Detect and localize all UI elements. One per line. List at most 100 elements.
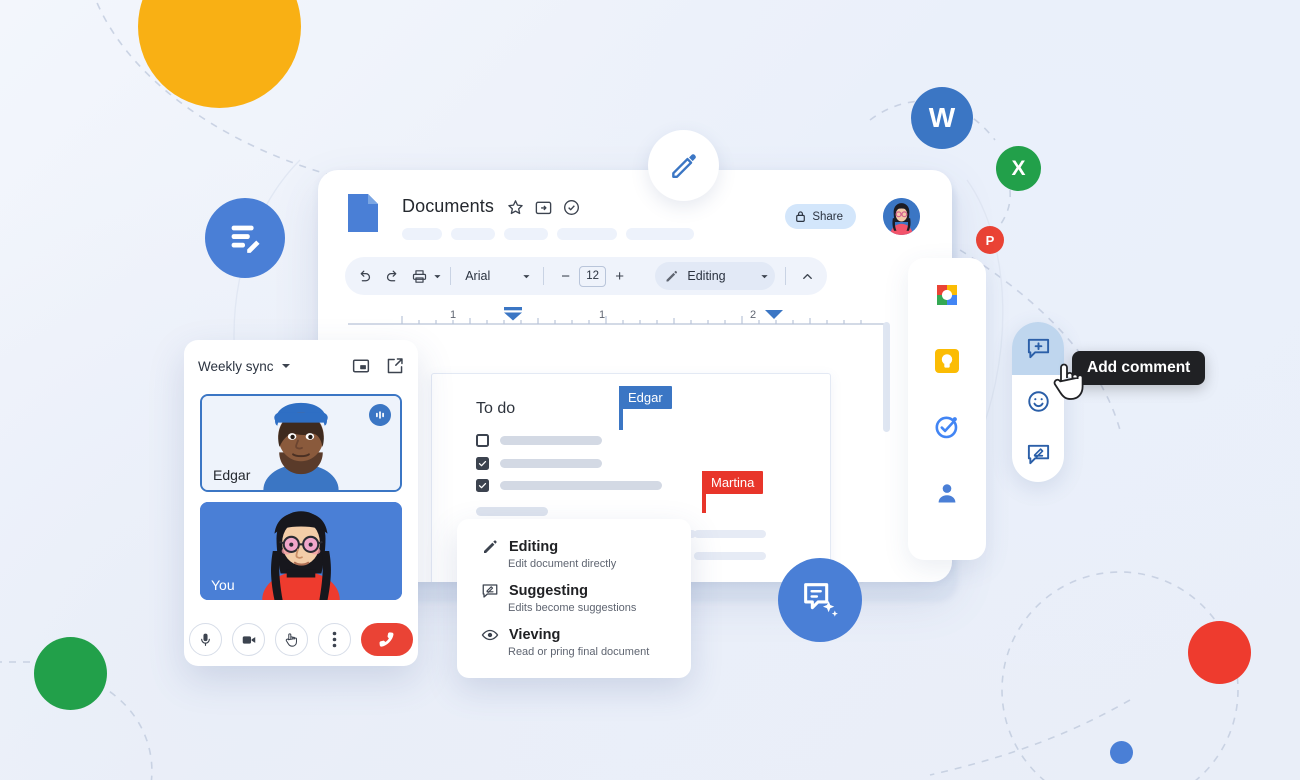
redo-button[interactable] [378, 262, 405, 290]
open-in-new-icon[interactable] [386, 357, 404, 375]
document-header-icons [506, 198, 581, 217]
raise-hand-icon [285, 633, 297, 647]
meet-title[interactable]: Weekly sync [198, 359, 274, 374]
increase-font-size-button[interactable]: + [606, 262, 633, 290]
camera-icon [242, 635, 255, 644]
mode-menu-item-header: Suggesting [481, 582, 691, 600]
document-edit-icon [231, 225, 262, 255]
collapse-toolbar-button[interactable] [794, 262, 821, 290]
font-size-input[interactable]: 12 [579, 265, 606, 287]
decrease-font-size-button[interactable]: − [552, 262, 579, 290]
mode-menu-item-suggesting[interactable]: Suggesting Edits become suggestions [481, 582, 691, 614]
pencil-icon [484, 540, 497, 553]
mode-menu-item-editing[interactable]: Editing Edit document directly [481, 538, 691, 570]
pencil-icon [671, 153, 696, 178]
screenshot-root: W X P Documents Share Arial − 12 + Editi… [0, 0, 1300, 780]
meet-controls [184, 623, 418, 656]
checkbox-checked[interactable] [476, 479, 489, 492]
print-chevron-down-icon[interactable] [433, 272, 442, 281]
picture-in-picture-icon[interactable] [352, 357, 370, 375]
lock-icon [796, 211, 806, 222]
checkbox-unchecked[interactable] [476, 434, 489, 447]
badge-excel: X [996, 146, 1041, 191]
page-title: Documents [402, 196, 494, 216]
check-icon [478, 460, 487, 467]
document-sparkle-icon [804, 583, 838, 617]
raise-hand-button[interactable] [275, 623, 308, 656]
meet-tile-you[interactable]: You [200, 502, 402, 600]
google-tasks-glyph [935, 416, 958, 439]
checkbox-checked[interactable] [476, 457, 489, 470]
pointer-hand-cursor [1053, 363, 1084, 400]
add-emoji-reaction-icon [1027, 391, 1049, 412]
avatar[interactable] [883, 198, 920, 235]
font-chevron-down-icon[interactable] [522, 272, 531, 281]
document-icon [348, 194, 378, 232]
meet-tile-edgar[interactable]: Edgar [200, 394, 402, 492]
menu-placeholder [402, 228, 442, 240]
badge-excel-letter: X [1011, 156, 1026, 180]
meet-panel: Weekly sync Edgar You [184, 340, 418, 666]
share-button-label: Share [812, 210, 843, 223]
menu-placeholder [504, 228, 548, 240]
star-icon[interactable] [506, 198, 525, 217]
microphone-icon [201, 633, 210, 646]
toolbar-divider [784, 267, 786, 285]
tooltip: Add comment [1072, 351, 1206, 385]
suggest-edit-button[interactable] [1012, 428, 1064, 481]
suggest-edit-icon [482, 584, 498, 598]
docs-ai-fab[interactable] [778, 558, 862, 642]
meet-title-chevron-down-icon[interactable] [281, 361, 291, 371]
chevron-up-icon [802, 273, 812, 279]
todo-item[interactable] [476, 434, 602, 447]
move-to-folder-icon[interactable] [534, 198, 553, 217]
eye-icon [481, 629, 499, 641]
ruler[interactable]: 1 1 2 [340, 302, 896, 328]
audio-levels-glyph [376, 411, 384, 419]
google-contacts-glyph [938, 484, 956, 503]
mode-menu-item-viewing[interactable]: Vieving Read or pring final document [481, 626, 691, 658]
right-indent-marker[interactable] [765, 310, 783, 319]
badge-powerpoint: P [976, 226, 1004, 254]
mode-menu-subtitle: Edits become suggestions [508, 602, 637, 614]
pencil-fab[interactable] [648, 130, 719, 201]
docs-edit-fab[interactable] [205, 198, 285, 278]
more-options-button[interactable] [318, 623, 351, 656]
print-button[interactable] [406, 262, 433, 290]
font-family-select[interactable]: Arial [459, 269, 522, 283]
undo-button[interactable] [351, 262, 378, 290]
todo-item[interactable] [476, 479, 662, 492]
toolbar-divider [450, 267, 452, 285]
edit-mode-selector[interactable]: Editing [655, 262, 775, 290]
add-comment-icon [1027, 338, 1049, 359]
page-scrollbar[interactable] [883, 322, 890, 432]
camera-button[interactable] [232, 623, 265, 656]
redo-icon [386, 270, 397, 281]
google-tasks-icon[interactable] [932, 412, 962, 442]
google-keep-glyph [935, 349, 959, 373]
ruler-label: 1 [450, 309, 456, 321]
collab-flag-label: Martina [702, 471, 764, 494]
left-indent-marker[interactable] [504, 307, 522, 321]
google-chat-icon[interactable] [932, 280, 962, 310]
ruler-label: 2 [750, 309, 756, 321]
todo-item[interactable] [476, 457, 602, 470]
google-chat-glyph [937, 285, 957, 305]
badge-word-letter: W [928, 102, 956, 133]
paragraph-placeholder [694, 530, 766, 538]
microphone-button[interactable] [189, 623, 222, 656]
google-keep-icon[interactable] [932, 346, 962, 376]
green-circle [34, 637, 107, 710]
cloud-saved-icon[interactable] [562, 198, 581, 217]
end-call-button[interactable] [361, 623, 413, 656]
todo-text-placeholder [500, 481, 662, 490]
meet-header: Weekly sync [184, 340, 418, 392]
todo-text-placeholder [500, 436, 602, 445]
meet-header-actions [352, 357, 404, 375]
end-call-icon [379, 631, 394, 647]
mode-menu-title: Vieving [509, 627, 561, 643]
collab-flag-label: Edgar [619, 386, 672, 409]
google-contacts-icon[interactable] [932, 478, 962, 508]
side-app-rail [908, 258, 986, 560]
share-button[interactable]: Share [785, 204, 856, 229]
